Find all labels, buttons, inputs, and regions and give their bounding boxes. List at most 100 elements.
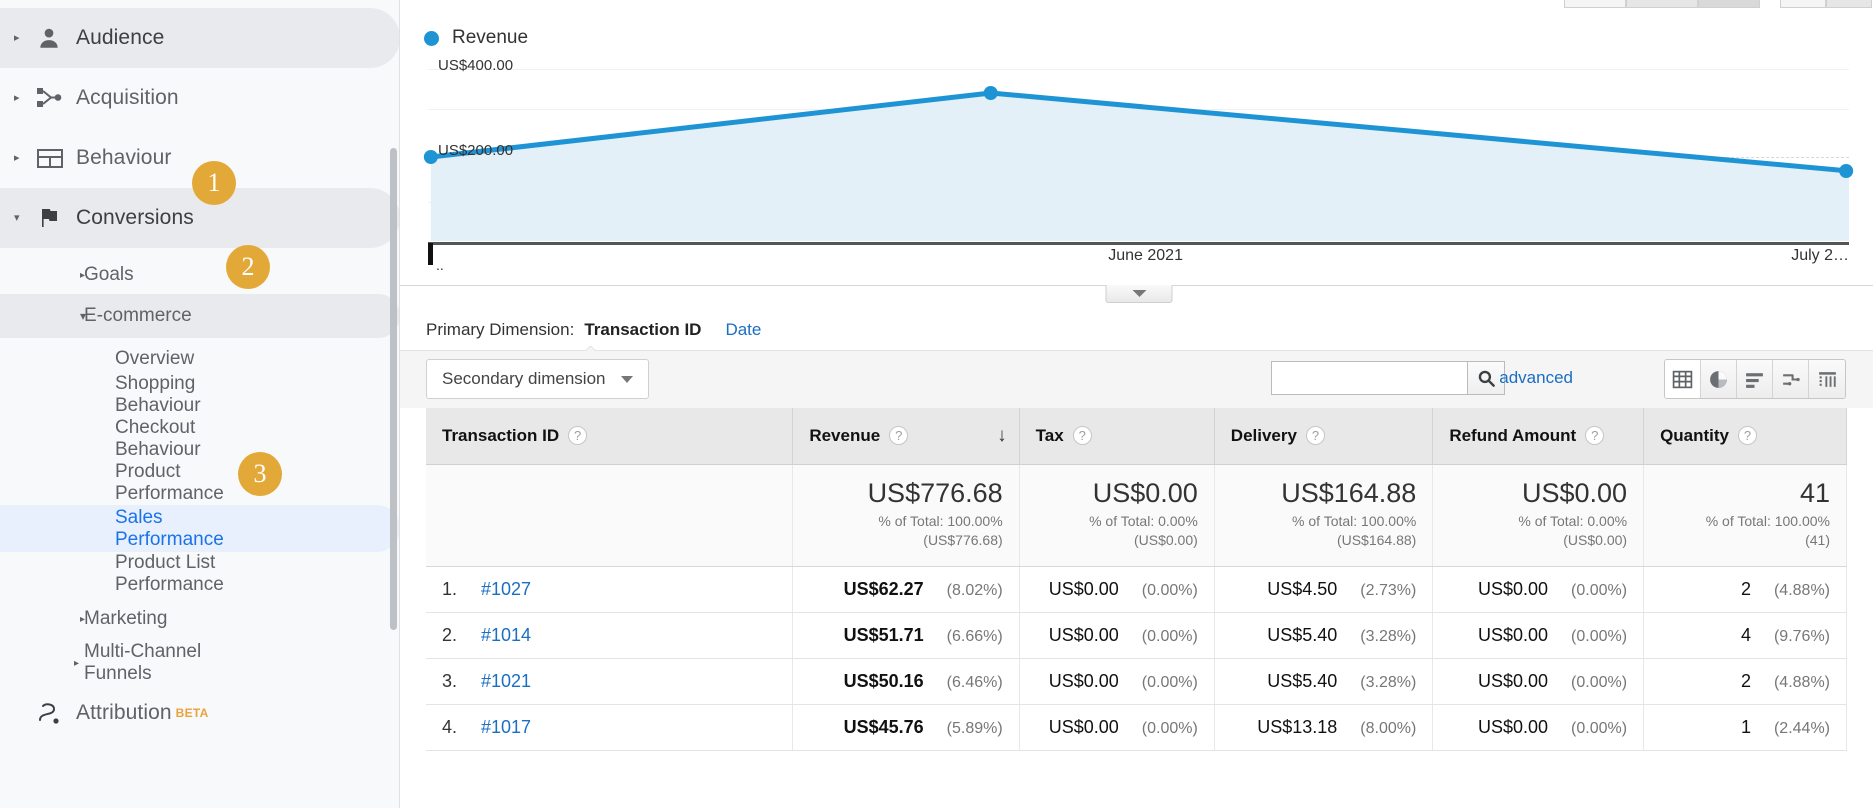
row-refund: US$0.00 (0.00%) (1433, 566, 1644, 612)
summary-pct-refund: % of Total: 0.00% (1518, 513, 1627, 529)
sidebar-item-goals[interactable]: ▸ Goals (0, 256, 400, 294)
summary-cell-tax: US$0.00 % of Total: 0.00% (US$0.00) (1019, 464, 1214, 566)
refund-pct: (0.00%) (1565, 628, 1627, 646)
column-label-delivery: Delivery (1231, 426, 1297, 446)
row-revenue: US$62.27 (8.02%) (793, 566, 1019, 612)
summary-value-refund: US$0.00 (1449, 479, 1627, 507)
sidebar-item-attribution[interactable]: Attribution BETA (0, 688, 400, 738)
quantity-value: 2 (1741, 671, 1751, 691)
pivot-view-icon[interactable] (1809, 360, 1845, 398)
delivery-value: US$5.40 (1267, 625, 1337, 645)
transaction-id-link[interactable]: #1014 (481, 625, 531, 645)
summary-value-revenue: US$776.68 (809, 479, 1002, 507)
refund-pct: (0.00%) (1565, 674, 1627, 692)
primary-dimension-date-link[interactable]: Date (725, 320, 761, 340)
quantity-value: 1 (1741, 717, 1751, 737)
column-header-transaction-id[interactable]: Transaction ID ? (426, 408, 793, 464)
sidebar-item-audience[interactable]: ▸ Audience (0, 8, 400, 68)
row-revenue: US$50.16 (6.46%) (793, 658, 1019, 704)
sidebar-label-overview: Overview (115, 348, 194, 370)
sidebar-label-goals: Goals (84, 264, 134, 286)
bar-chart-view-icon[interactable] (1737, 360, 1773, 398)
sidebar-item-overview[interactable]: Overview (0, 344, 400, 373)
row-refund: US$0.00 (0.00%) (1433, 658, 1644, 704)
search-input[interactable] (1271, 361, 1467, 395)
comparison-view-icon[interactable] (1773, 360, 1809, 398)
column-header-delivery[interactable]: Delivery ? (1214, 408, 1433, 464)
revenue-pct: (8.02%) (941, 582, 1003, 600)
sidebar-scrollbar[interactable] (390, 148, 397, 630)
sidebar-label-acquisition: Acquisition (76, 86, 179, 110)
chart-panel: Revenue US$400.00 (400, 0, 1873, 286)
quantity-pct: (2.44%) (1768, 720, 1830, 738)
secondary-dimension-button[interactable]: Secondary dimension (426, 359, 649, 399)
transaction-id-link[interactable]: #1017 (481, 717, 531, 737)
summary-value-quantity: 41 (1660, 479, 1830, 507)
legend-label-revenue: Revenue (452, 27, 528, 49)
row-index: 3. (442, 671, 476, 692)
column-header-revenue[interactable]: Revenue ? ↓ (793, 408, 1019, 464)
refund-value: US$0.00 (1478, 717, 1548, 737)
summary-cell-refund: US$0.00 % of Total: 0.00% (US$0.00) (1433, 464, 1644, 566)
legend-dot-revenue[interactable] (424, 31, 439, 46)
sidebar-item-ecommerce[interactable]: ▾ E-commerce (0, 294, 400, 338)
help-icon[interactable]: ? (1585, 426, 1604, 445)
column-header-refund-amount[interactable]: Refund Amount ? (1433, 408, 1644, 464)
x-axis-label-july: July 2… (1791, 247, 1849, 265)
sort-descending-icon[interactable]: ↓ (997, 425, 1007, 447)
help-icon[interactable]: ? (568, 426, 587, 445)
sidebar-label-multi-channel-funnels: Multi-Channel Funnels (84, 641, 244, 685)
sidebar-item-acquisition[interactable]: ▸ Acquisition (0, 68, 400, 128)
sidebar-top-stub (0, 0, 400, 8)
row-tax: US$0.00 (0.00%) (1019, 704, 1214, 750)
callout-badge-3: 3 (238, 452, 282, 496)
transaction-id-link[interactable]: #1021 (481, 671, 531, 691)
revenue-value: US$50.16 (844, 671, 924, 691)
help-icon[interactable]: ? (889, 426, 908, 445)
row-quantity: 1 (2.44%) (1644, 704, 1847, 750)
tax-value: US$0.00 (1049, 579, 1119, 599)
row-transaction-id: 2. #1014 (426, 612, 793, 658)
table-toolbar: Secondary dimension advanced (400, 350, 1873, 408)
sidebar-item-marketing[interactable]: ▸ Marketing (0, 600, 400, 638)
ecommerce-children: Overview Shopping Behaviour Checkout Beh… (0, 344, 400, 596)
revenue-value: US$62.27 (844, 579, 924, 599)
sidebar-item-multi-channel-funnels[interactable]: ▸ Multi-Channel Funnels (0, 638, 400, 688)
sidebar-label-behaviour: Behaviour (76, 146, 171, 170)
row-tax: US$0.00 (0.00%) (1019, 612, 1214, 658)
person-icon (36, 25, 76, 51)
quantity-pct: (4.88%) (1768, 582, 1830, 600)
revenue-pct: (6.46%) (941, 674, 1003, 692)
sidebar-item-product-performance[interactable]: Product Performance (0, 461, 400, 505)
row-revenue: US$45.76 (5.89%) (793, 704, 1019, 750)
advanced-link[interactable]: advanced (1499, 368, 1573, 388)
refund-value: US$0.00 (1478, 625, 1548, 645)
summary-cell-delivery: US$164.88 % of Total: 100.00% (US$164.88… (1214, 464, 1433, 566)
help-icon[interactable]: ? (1738, 426, 1757, 445)
main-content: Revenue US$400.00 (400, 0, 1873, 808)
sidebar: ▸ Audience ▸ Acquisition (0, 0, 400, 808)
sidebar-label-conversions: Conversions (76, 206, 194, 230)
column-header-quantity[interactable]: Quantity ? (1644, 408, 1847, 464)
view-type-group (1664, 359, 1846, 399)
sidebar-item-shopping-behaviour[interactable]: Shopping Behaviour (0, 373, 400, 417)
pie-chart-view-icon[interactable] (1701, 360, 1737, 398)
row-tax: US$0.00 (0.00%) (1019, 566, 1214, 612)
sidebar-item-checkout-behaviour[interactable]: Checkout Behaviour (0, 417, 400, 461)
column-header-tax[interactable]: Tax ? (1019, 408, 1214, 464)
table-view-icon[interactable] (1665, 360, 1701, 398)
x-axis-start-tick (428, 243, 433, 265)
table-row: 1. #1027 US$62.27 (8.02%) US$0.00 (0.00%… (426, 566, 1847, 612)
sidebar-item-sales-performance[interactable]: Sales Performance (0, 505, 400, 552)
help-icon[interactable]: ? (1306, 426, 1325, 445)
column-label-refund-amount: Refund Amount (1449, 426, 1576, 446)
x-axis-labels: .. June 2021 July 2… (428, 243, 1849, 285)
quantity-value: 2 (1741, 579, 1751, 599)
sidebar-item-product-list-performance[interactable]: Product List Performance (0, 552, 400, 596)
chevron-right-icon: ▸ (14, 33, 36, 44)
primary-dimension-value[interactable]: Transaction ID (584, 320, 701, 340)
transaction-id-link[interactable]: #1027 (481, 579, 531, 599)
row-revenue: US$51.71 (6.66%) (793, 612, 1019, 658)
help-icon[interactable]: ? (1073, 426, 1092, 445)
chevron-right-icon: ▸ (14, 153, 36, 164)
